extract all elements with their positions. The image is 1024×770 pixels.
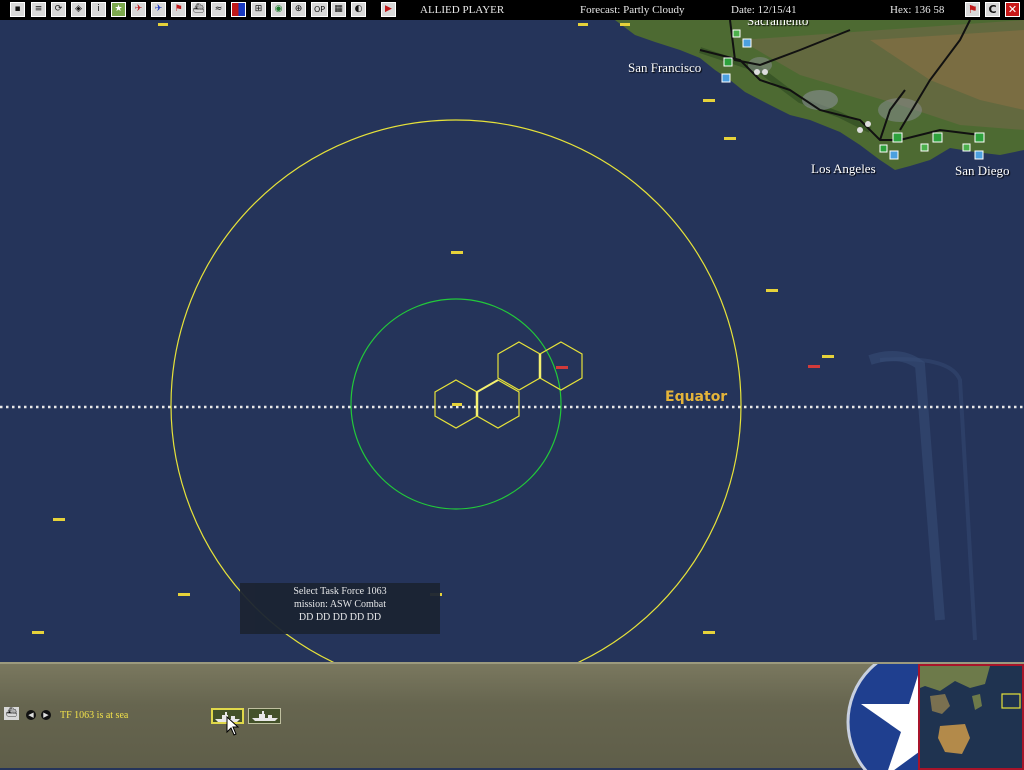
city-san-diego[interactable]: San Diego	[955, 163, 1010, 179]
flag-icon[interactable]: ⚑	[171, 2, 186, 17]
star-icon[interactable]: ★	[111, 2, 126, 17]
task-force-tooltip: Select Task Force 1063 mission: ASW Comb…	[240, 583, 440, 634]
tooltip-title: Select Task Force 1063	[293, 586, 387, 597]
reinforcement-icon[interactable]: ⟳	[51, 2, 66, 17]
minimap[interactable]	[918, 664, 1024, 770]
ship-icon[interactable]: ⛴	[191, 2, 206, 17]
play-turn-icon[interactable]: ▶	[381, 2, 396, 17]
previous-arrow-icon[interactable]: ◀	[26, 710, 36, 720]
player-label: ALLIED PLAYER	[420, 4, 505, 16]
bottom-info-panel: ⛴ ◀ ▶ TF 1063 is at sea	[0, 662, 1024, 770]
globe-icon[interactable]: ◉	[271, 2, 286, 17]
aircraft-list-icon[interactable]: ◈	[71, 2, 86, 17]
equator-label: Equator	[665, 389, 728, 405]
forecast-label: Forecast: Partly Cloudy	[580, 4, 685, 16]
info-icon[interactable]: i	[91, 2, 106, 17]
task-force-icon[interactable]: ⛴	[4, 707, 19, 720]
target-icon[interactable]: ⊕	[291, 2, 306, 17]
collapse-button[interactable]: C	[985, 2, 1000, 17]
tooltip-ships: DD DD DD DD DD	[298, 612, 382, 623]
zoom-icon[interactable]: ◐	[351, 2, 366, 17]
warship-icon	[252, 711, 278, 721]
allied-star-emblem	[845, 664, 925, 770]
base-icon[interactable]: ⊞	[251, 2, 266, 17]
mouse-cursor-icon	[226, 716, 240, 736]
calendar-icon[interactable]: ▦	[331, 2, 346, 17]
save-icon[interactable]: ▪	[10, 2, 25, 17]
top-toolbar: ▪ ≡ ⟳ ◈ i ★ ✈ ✈ ⚑ ⛴ ≈ ⊞ ◉ ⊕ OP ▦ ◐ ▶ ALL…	[0, 0, 1024, 20]
date-label: Date: 12/15/41	[731, 4, 797, 16]
task-force-ship-button-alt[interactable]	[248, 708, 281, 724]
report-icon[interactable]: ≡	[31, 2, 46, 17]
air-unit-icon[interactable]: ✈	[131, 2, 146, 17]
tooltip-mission: mission: ASW Combat	[293, 599, 387, 610]
convoy-icon[interactable]: ≈	[211, 2, 226, 17]
strategic-map[interactable]: Sacramento San Francisco Los Angeles San…	[0, 20, 1024, 662]
plane-icon[interactable]: ✈	[151, 2, 166, 17]
minimap-canvas	[920, 666, 1022, 768]
op-button[interactable]: OP	[311, 2, 328, 17]
close-button[interactable]: ✕	[1005, 2, 1020, 17]
task-force-status: TF 1063 is at sea	[60, 710, 129, 721]
city-san-francisco[interactable]: San Francisco	[628, 60, 701, 76]
flag-toggle-icon[interactable]: ⚑	[965, 2, 980, 17]
city-los-angeles[interactable]: Los Angeles	[811, 161, 876, 177]
sides-icon[interactable]	[231, 2, 246, 17]
city-sacramento[interactable]: Sacramento	[747, 20, 808, 29]
hex-coordinate-label: Hex: 136 58	[890, 4, 945, 16]
next-arrow-icon[interactable]: ▶	[41, 710, 51, 720]
map-canvas	[0, 20, 1024, 662]
